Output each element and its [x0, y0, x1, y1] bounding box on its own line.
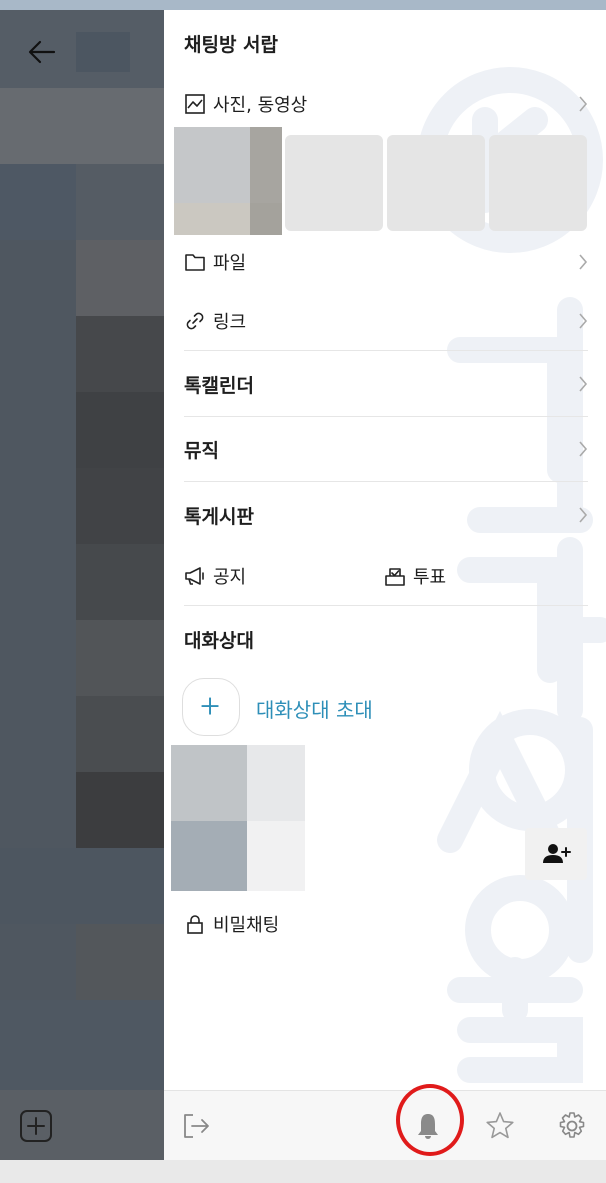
music-label: 뮤직 — [184, 439, 219, 462]
vote-button[interactable]: 투표 — [384, 560, 564, 592]
photo-thumbnail[interactable] — [174, 127, 282, 235]
talk-calendar-label: 톡캘린더 — [184, 374, 254, 397]
photos-videos-label: 사진, 동영상 — [213, 95, 308, 116]
participants-heading-row: 대화상대 — [184, 622, 588, 656]
music-row[interactable]: 뮤직 — [184, 432, 588, 466]
secret-chat-label: 비밀채팅 — [213, 915, 280, 936]
divider — [184, 350, 588, 351]
chevron-right-icon — [579, 254, 588, 270]
photo-thumbnail[interactable] — [387, 135, 485, 231]
megaphone-icon — [185, 567, 204, 585]
chevron-right-icon — [579, 441, 588, 457]
drawer-title: 채팅방 서랍 — [184, 34, 279, 56]
chevron-right-icon — [579, 96, 588, 112]
add-person-icon — [543, 844, 571, 863]
invite-label[interactable]: 대화상대 초대 — [256, 694, 373, 723]
system-nav-area — [0, 1160, 606, 1183]
chat-room-avatar — [76, 32, 130, 72]
vote-label: 투표 — [413, 567, 447, 588]
plus-icon[interactable] — [18, 1108, 54, 1144]
image-icon — [185, 94, 205, 114]
talk-board-row[interactable]: 톡게시판 — [184, 498, 588, 532]
divider — [184, 416, 588, 417]
gear-icon[interactable] — [556, 1110, 588, 1142]
files-label: 파일 — [213, 253, 247, 274]
notice-button[interactable]: 공지 — [184, 560, 364, 592]
participants-heading: 대화상대 — [184, 629, 254, 652]
member-avatar[interactable] — [171, 745, 305, 891]
links-row[interactable]: 링크 — [184, 305, 588, 337]
links-label: 링크 — [213, 312, 247, 333]
plus-icon — [201, 697, 219, 715]
chevron-right-icon — [579, 313, 588, 329]
chat-background-dimmed[interactable] — [0, 0, 164, 1160]
status-bar — [0, 0, 606, 10]
talk-calendar-row[interactable]: 톡캘린더 — [184, 367, 588, 401]
photo-thumbnail[interactable] — [285, 135, 383, 231]
folder-icon — [185, 254, 205, 271]
files-row[interactable]: 파일 — [184, 246, 588, 278]
photo-thumbnail[interactable] — [489, 135, 587, 231]
link-icon — [186, 312, 204, 330]
chat-drawer-panel: 채팅방 서랍 사진, 동영상 파일 링크 톡캘린더 뮤직 톡게시판 공지 투표 … — [164, 10, 606, 1160]
ballot-box-icon — [385, 568, 405, 586]
chevron-right-icon — [579, 376, 588, 392]
secret-chat-row[interactable]: 비밀채팅 — [184, 908, 588, 940]
drawer-bottom-bar — [164, 1090, 606, 1160]
photos-videos-row[interactable]: 사진, 동영상 — [184, 88, 588, 120]
bell-icon[interactable] — [412, 1110, 444, 1142]
exit-icon[interactable] — [180, 1110, 212, 1142]
star-icon[interactable] — [484, 1110, 516, 1142]
talk-board-label: 톡게시판 — [184, 505, 254, 528]
add-friend-button[interactable] — [525, 828, 587, 880]
lock-icon — [187, 915, 203, 934]
chevron-right-icon — [579, 507, 588, 523]
divider — [184, 605, 588, 606]
notice-label: 공지 — [213, 567, 247, 588]
back-arrow-icon[interactable] — [26, 36, 58, 68]
divider — [184, 481, 588, 482]
invite-button[interactable] — [182, 678, 240, 736]
